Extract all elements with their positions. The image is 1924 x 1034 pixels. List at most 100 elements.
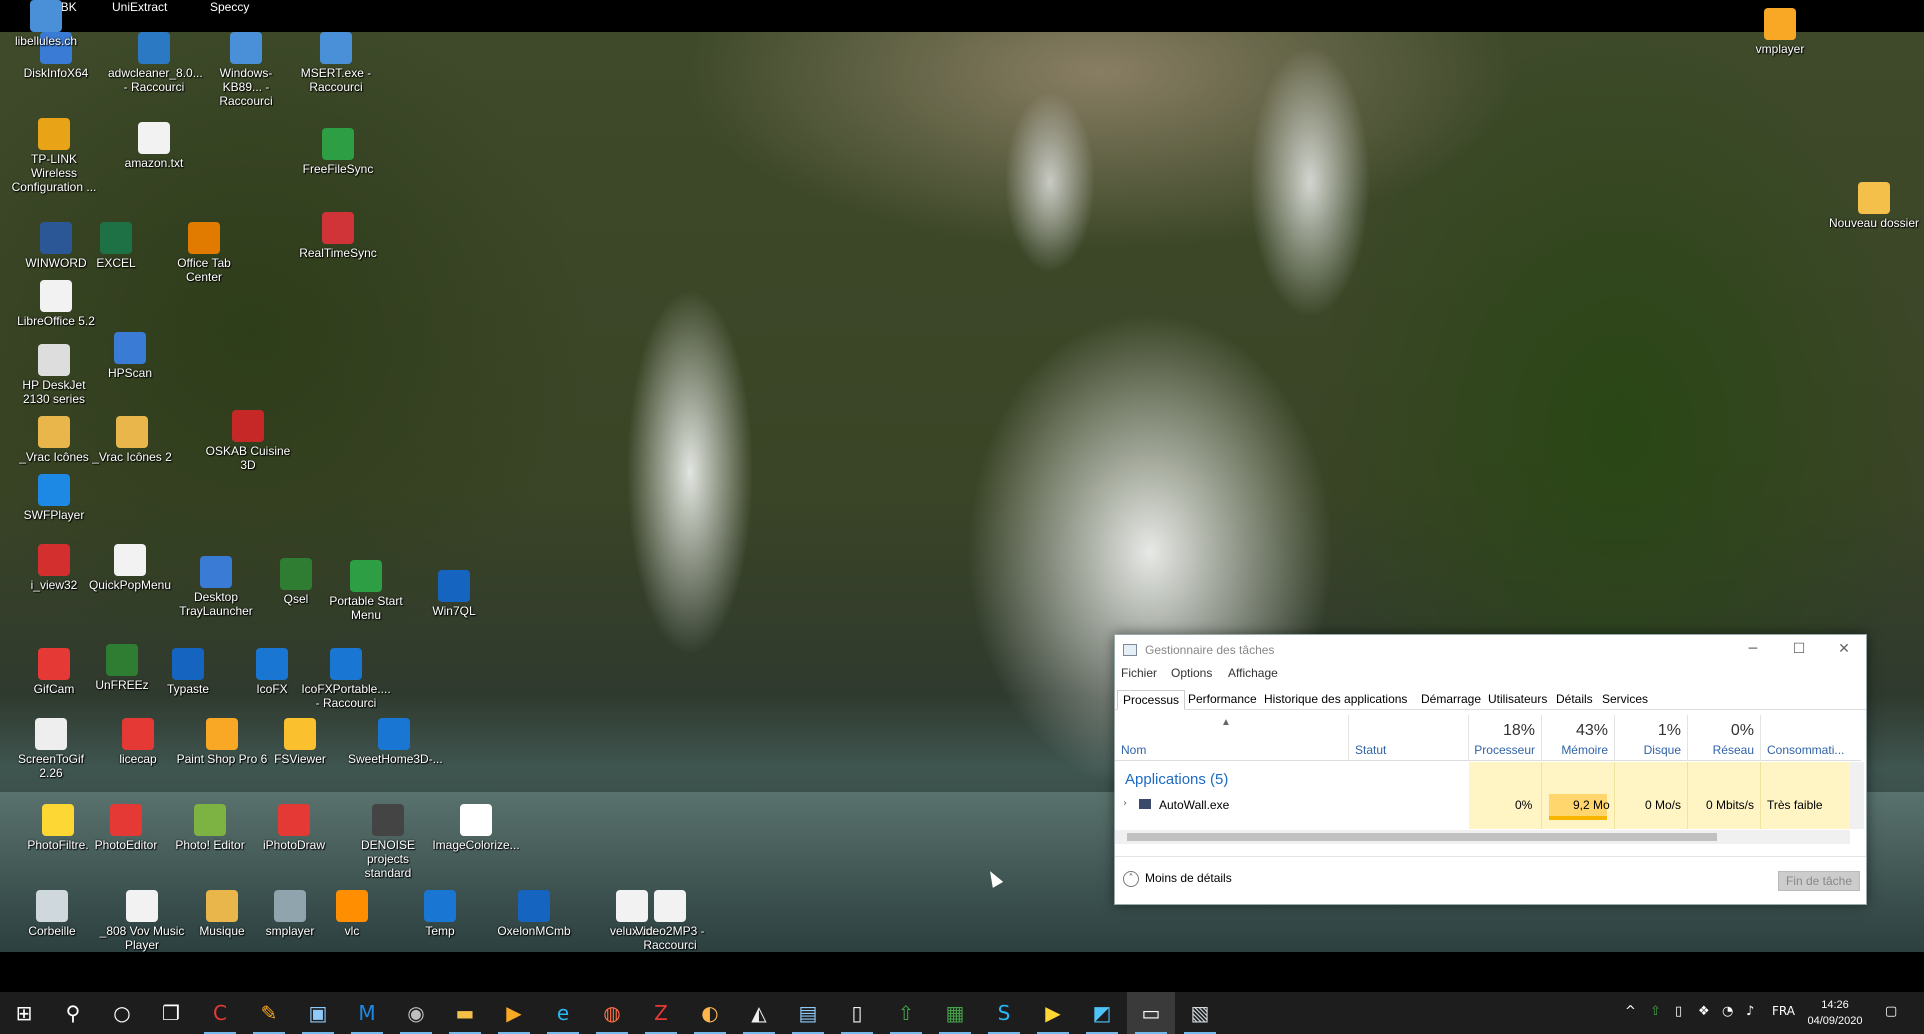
file-explorer-icon[interactable]: ▬ — [441, 992, 489, 1034]
column-network[interactable]: 0% Réseau — [1688, 715, 1761, 761]
less-details-button[interactable]: ˄ Moins de détails — [1123, 871, 1232, 887]
desktop-icon-45[interactable]: Temp — [394, 890, 486, 938]
desktop-icon-2[interactable]: Windows-KB89... - Raccourci — [200, 32, 292, 108]
player-icon[interactable]: ▶ — [1029, 992, 1077, 1034]
remote-icon[interactable]: ▤ — [784, 992, 832, 1034]
column-cpu[interactable]: 18% Processeur — [1469, 715, 1542, 761]
desktop-icon-50[interactable]: Nouveau dossier — [1828, 182, 1920, 230]
column-name[interactable]: Nom — [1115, 715, 1349, 761]
desktop-icon-48[interactable]: Video2MP3 - Raccourci — [624, 890, 716, 952]
screenshot-icon[interactable]: ◩ — [1078, 992, 1126, 1034]
column-status[interactable]: Statut — [1349, 715, 1469, 761]
start-button[interactable]: ⊞ — [0, 992, 48, 1034]
table-row[interactable]: › AutoWall.exe 0% 9,2 Mo 0 Mo/s 0 Mbits/… — [1115, 794, 1861, 820]
control-panel-icon[interactable]: ▣ — [294, 992, 342, 1034]
desktop-icon-15[interactable]: _Vrac Icônes 2 — [86, 416, 178, 464]
disc-icon[interactable]: ◉ — [392, 992, 440, 1034]
desktop-icon-29[interactable]: ScreenToGif 2.26 — [5, 718, 97, 780]
spreadsheet-icon[interactable]: ▦ — [931, 992, 979, 1034]
upload-icon[interactable]: ⇧ — [882, 992, 930, 1034]
tray-network-icon[interactable]: ❖ — [1698, 1004, 1710, 1019]
vertical-scrollbar[interactable] — [1850, 762, 1864, 829]
desktop-icon-32[interactable]: FSViewer — [254, 718, 346, 766]
notification-center-icon[interactable]: ▢ — [1885, 1004, 1897, 1019]
skype-icon[interactable]: S — [980, 992, 1028, 1034]
desktop-icon-17[interactable]: SWFPlayer — [8, 474, 100, 522]
media-icon[interactable]: ▶ — [490, 992, 538, 1034]
tab-details[interactable]: Détails — [1551, 690, 1598, 710]
desktop-icon-46[interactable]: OxelonMCmb — [488, 890, 580, 938]
desktop-icon-5[interactable]: amazon.txt — [108, 122, 200, 170]
desktop-icon-13[interactable]: HPScan — [84, 332, 176, 380]
close-button[interactable]: ✕ — [1821, 635, 1867, 665]
tray-language[interactable]: FRA — [1772, 1004, 1795, 1018]
desktop-icon-9[interactable]: Office Tab Center — [158, 222, 250, 284]
desktop-icon-1[interactable]: adwcleaner_8.0... - Raccourci — [108, 32, 203, 94]
inkscape-icon[interactable]: ◭ — [735, 992, 783, 1034]
desktop-icon-6[interactable]: FreeFileSync — [292, 128, 384, 176]
desktop-icon-11[interactable]: LibreOffice 5.2 — [10, 280, 102, 328]
drive-icon[interactable]: ◐ — [686, 992, 734, 1034]
task-manager-taskbar-icon[interactable]: ▭ — [1127, 992, 1175, 1034]
desktop-icon-49[interactable]: vmplayer — [1734, 8, 1826, 56]
desktop-icon-28[interactable]: IcoFXPortable.... - Raccourci — [300, 648, 392, 710]
edge-icon[interactable]: e — [539, 992, 587, 1034]
desktop-icon-3[interactable]: MSERT.exe - Raccourci — [290, 32, 382, 94]
menu-affichage[interactable]: Affichage — [1228, 666, 1278, 680]
desktop-icon-41[interactable]: _808 Vov Music Player — [96, 890, 188, 952]
maximize-button[interactable]: ☐ — [1776, 635, 1822, 665]
filezilla-icon[interactable]: Z — [637, 992, 685, 1034]
task-view-icon[interactable]: ❐ — [147, 992, 195, 1034]
tray-clock[interactable]: 14:26 04/09/2020 — [1800, 997, 1870, 1029]
tray-volume-icon[interactable]: ♪ — [1746, 1004, 1754, 1019]
tab-performance[interactable]: Performance — [1183, 690, 1262, 710]
tab-services[interactable]: Services — [1597, 690, 1653, 710]
tray-wifi-icon[interactable]: ◔ — [1722, 1004, 1733, 1019]
scrollbar-thumb[interactable] — [1127, 833, 1717, 841]
column-disk[interactable]: 1% Disque — [1615, 715, 1688, 761]
desktop-icon-10[interactable]: RealTimeSync — [292, 212, 384, 260]
desktop-icon-35[interactable]: PhotoEditor — [80, 804, 172, 852]
search-icon[interactable]: ⚲ — [49, 992, 97, 1034]
menu-fichier[interactable]: Fichier — [1121, 666, 1157, 680]
horizontal-scrollbar[interactable] — [1115, 830, 1850, 844]
tab-processus[interactable]: Processus — [1117, 690, 1186, 710]
desktop-icon-30[interactable]: licecap — [92, 718, 184, 766]
tray-usb-icon[interactable]: ▯ — [1675, 1004, 1682, 1019]
desktop-icon-22[interactable]: Portable Start Menu — [320, 560, 412, 622]
tray-chevron-icon[interactable]: ^ — [1625, 1004, 1636, 1019]
desktop-icon-19[interactable]: QuickPopMenu — [84, 544, 176, 592]
desktop-icon-16[interactable]: OSKAB Cuisine 3D — [202, 410, 294, 472]
desktop-icon-4[interactable]: TP-LINK Wireless Configuration ... — [8, 118, 100, 194]
end-task-button[interactable]: Fin de tâche — [1778, 871, 1860, 891]
system-tool-icon[interactable]: ▧ — [1176, 992, 1224, 1034]
desktop-icon-23[interactable]: Win7QL — [408, 570, 500, 618]
desktop-icon-38[interactable]: DENOISE projects standard — [342, 804, 434, 880]
desktop-icon-20[interactable]: Desktop TrayLauncher — [170, 556, 262, 618]
top-label-speccy[interactable]: Speccy — [210, 0, 249, 14]
column-memory[interactable]: 43% Mémoire — [1542, 715, 1615, 761]
group-header[interactable]: Applications (5) — [1125, 771, 1228, 788]
menu-options[interactable]: Options — [1171, 666, 1212, 680]
malwarebytes-icon[interactable]: M — [343, 992, 391, 1034]
desktop-icon-40[interactable]: Corbeille — [6, 890, 98, 938]
desktop-icon-39[interactable]: ImageColorize... — [430, 804, 522, 852]
tray-upload-icon[interactable]: ⇧ — [1650, 1004, 1661, 1019]
desktop-icon-37[interactable]: iPhotoDraw — [248, 804, 340, 852]
column-power[interactable]: Consommati... — [1761, 715, 1861, 761]
desktop-icon-8[interactable]: EXCEL — [70, 222, 162, 270]
desktop-icon-51[interactable]: libellules.ch — [0, 0, 92, 48]
minimize-button[interactable]: ─ — [1730, 635, 1776, 665]
desktop-icon-36[interactable]: Photo! Editor — [164, 804, 256, 852]
tab-historique[interactable]: Historique des applications — [1259, 690, 1412, 710]
notes-icon[interactable]: ▯ — [833, 992, 881, 1034]
broom-icon[interactable]: ✎ — [245, 992, 293, 1034]
ccleaner-icon[interactable]: C — [196, 992, 244, 1034]
tab-demarrage[interactable]: Démarrage — [1416, 690, 1486, 710]
task-manager-titlebar[interactable]: Gestionnaire des tâches ─ ☐ ✕ — [1115, 635, 1866, 665]
cortana-icon[interactable]: ○ — [98, 992, 146, 1034]
desktop-icon-33[interactable]: SweetHome3D-... — [348, 718, 443, 766]
tab-utilisateurs[interactable]: Utilisateurs — [1483, 690, 1552, 710]
desktop-icon-26[interactable]: Typaste — [142, 648, 234, 696]
expand-chevron-icon[interactable]: › — [1123, 798, 1127, 809]
